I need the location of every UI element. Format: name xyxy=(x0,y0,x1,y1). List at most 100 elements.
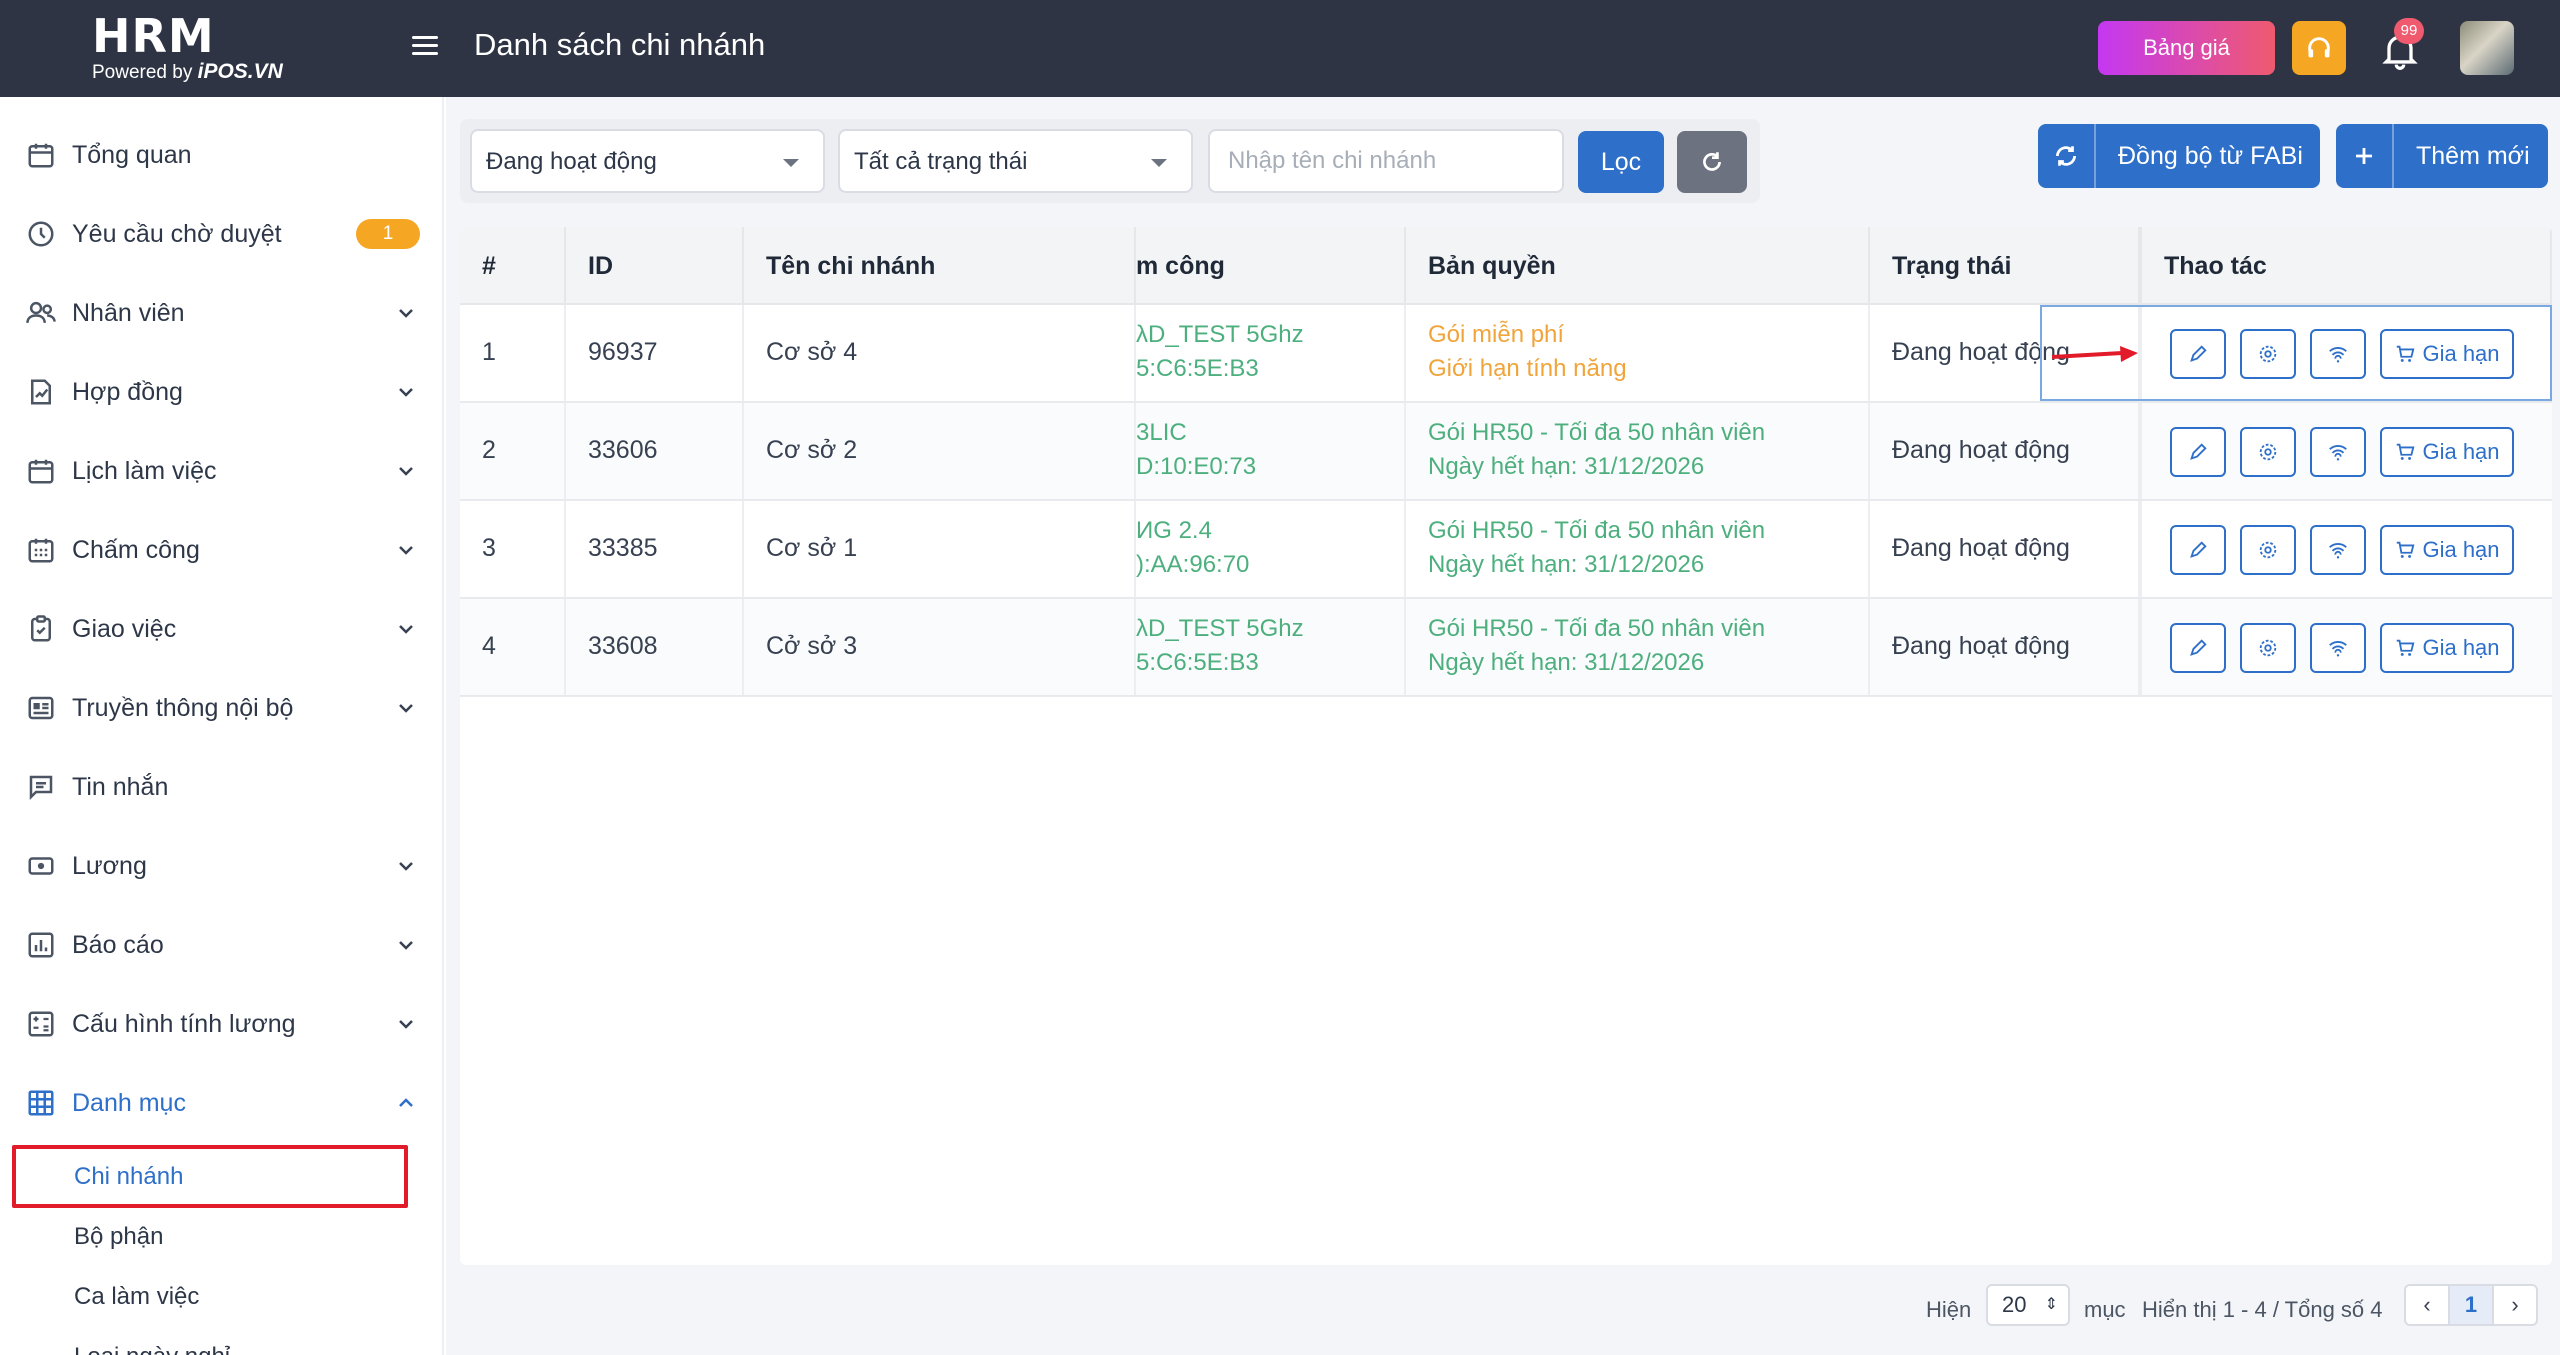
top-bar: HRM Powered by iPOS.VN Danh sách chi nhá… xyxy=(0,0,2560,97)
cell-actions: Gia hạn xyxy=(2140,305,2552,401)
sidebar-item-reports[interactable]: Báo cáo xyxy=(0,915,442,975)
sidebar-item-overview[interactable]: Tổng quan xyxy=(0,125,442,185)
license-plan: Gói HR50 - Tối đa 50 nhân viên xyxy=(1428,419,1766,446)
prev-page-button[interactable]: ‹ xyxy=(2404,1284,2450,1326)
renew-button[interactable]: Gia hạn xyxy=(2380,623,2514,673)
page-1-button[interactable]: 1 xyxy=(2448,1284,2494,1326)
wifi-config-icon[interactable] xyxy=(2310,427,2366,477)
timesheet-icon xyxy=(24,533,58,567)
sidebar-item-work-schedule[interactable]: Lịch làm việc xyxy=(0,441,442,501)
refresh-icon[interactable] xyxy=(1677,131,1747,193)
grid-icon xyxy=(24,1086,58,1120)
chevron-up-icon xyxy=(399,1098,413,1107)
menu-toggle-icon[interactable] xyxy=(412,36,438,58)
brand-text: iPOS.VN xyxy=(197,60,283,83)
edit-icon[interactable] xyxy=(2170,525,2226,575)
branch-id: 33606 xyxy=(588,436,658,464)
wifi-config-icon[interactable] xyxy=(2310,623,2366,673)
support-headset-icon[interactable] xyxy=(2292,21,2346,75)
page-size-select[interactable]: 20 ⇕ xyxy=(1986,1284,2070,1326)
add-new-button[interactable]: Thêm mới xyxy=(2336,124,2548,188)
cell-id: 33608 xyxy=(566,599,744,695)
branch-id: 33385 xyxy=(588,534,658,562)
settings-gear-icon[interactable] xyxy=(2240,525,2296,575)
chevron-down-icon xyxy=(399,388,413,397)
cell-status: Đang hoạt động xyxy=(1870,403,2140,499)
sidebar-subitem-leave-types[interactable]: Loại ngày nghỉ xyxy=(0,1329,442,1355)
cell-license: Gói HR50 - Tối đa 50 nhân viên Ngày hết h… xyxy=(1406,599,1870,695)
sidebar-item-messages[interactable]: Tin nhắn xyxy=(0,757,442,817)
next-page-button[interactable]: › xyxy=(2492,1284,2538,1326)
wifi-config-icon[interactable] xyxy=(2310,329,2366,379)
sidebar-item-task-assignment[interactable]: Giao việc xyxy=(0,599,442,659)
sort-arrows-icon: ⇕ xyxy=(2044,1296,2058,1313)
renew-button[interactable]: Gia hạn xyxy=(2380,329,2514,379)
select-value: Đang hoạt động xyxy=(486,148,657,175)
sidebar-subitem-shifts[interactable]: Ca làm việc xyxy=(0,1269,442,1325)
chevron-down-icon xyxy=(399,862,413,871)
status-text: Đang hoạt động xyxy=(1892,338,2070,366)
chevron-down-icon xyxy=(399,941,413,950)
sidebar-item-employees[interactable]: Nhân viên xyxy=(0,283,442,343)
cell-branch-name: Cơ sở 4 xyxy=(744,305,1136,401)
sidebar-item-internal-communication[interactable]: Truyền thông nội bộ xyxy=(0,678,442,738)
user-avatar[interactable] xyxy=(2460,21,2514,75)
table-row: 3 33385 Cơ sở 1 ИG 2.4):AA:96:70 Gói HR50 - … xyxy=(460,501,2552,599)
branch-name-search-input[interactable] xyxy=(1208,129,1564,193)
settings-gear-icon[interactable] xyxy=(2240,623,2296,673)
wifi-config-icon[interactable] xyxy=(2310,525,2366,575)
caret-down-icon xyxy=(783,159,799,167)
cell-id: 33606 xyxy=(566,403,744,499)
cell-actions: Gia hạn xyxy=(2140,501,2552,597)
hrm-logo[interactable]: HRM Powered by iPOS.VN xyxy=(92,12,283,84)
pricing-button[interactable]: Bảng giá xyxy=(2098,21,2275,75)
branches-table: # ID Tên chi nhánh m công Bản quyền Trạn… xyxy=(460,227,2552,1265)
edit-icon[interactable] xyxy=(2170,427,2226,477)
sidebar-item-label: Tổng quan xyxy=(72,140,192,169)
sync-fabi-button[interactable]: Đồng bộ từ FABi xyxy=(2038,124,2320,188)
plus-icon xyxy=(2336,124,2394,188)
active-status-select[interactable]: Đang hoạt động xyxy=(470,129,825,193)
edit-icon[interactable] xyxy=(2170,329,2226,379)
branch-name: Cơ sở 4 xyxy=(766,338,858,366)
cell-index: 1 xyxy=(460,305,566,401)
cell-index: 4 xyxy=(460,599,566,695)
sidebar-item-salary[interactable]: Lương xyxy=(0,836,442,896)
sync-icon xyxy=(2038,124,2096,188)
renew-button[interactable]: Gia hạn xyxy=(2380,427,2514,477)
license-plan: Gói HR50 - Tối đa 50 nhân viên xyxy=(1428,615,1766,642)
wifi-mac: D:10:E0:73 xyxy=(1136,453,1257,480)
cell-wifi: 3LIC D:10:E0:73 xyxy=(1136,403,1406,499)
cell-id: 96937 xyxy=(566,305,744,401)
sidebar-subitem-departments[interactable]: Bộ phận xyxy=(0,1209,442,1265)
page-size-value: 20 xyxy=(2002,1292,2027,1317)
status-text: Đang hoạt động xyxy=(1892,436,2070,464)
sidebar-subitem-branches[interactable]: Chi nhánh xyxy=(0,1149,442,1205)
status-text: Đang hoạt động xyxy=(1892,534,2070,562)
filter-button[interactable]: Lọc xyxy=(1578,131,1664,193)
renew-button[interactable]: Gia hạn xyxy=(2380,525,2514,575)
branch-name: Cơ sở 2 xyxy=(766,436,858,464)
sidebar-item-contracts[interactable]: Hợp đồng xyxy=(0,362,442,422)
cell-index: 2 xyxy=(460,403,566,499)
filter-bar: Đang hoạt động Tất cả trạng thái Lọc xyxy=(460,119,1760,203)
sidebar-item-payroll-config[interactable]: Cấu hình tính lương xyxy=(0,994,442,1054)
add-new-label: Thêm mới xyxy=(2416,142,2530,170)
sidebar-item-pending-requests[interactable]: Yêu cầu chờ duyệt 1 xyxy=(0,204,442,264)
select-value: Tất cả trạng thái xyxy=(854,148,1028,175)
sidebar-item-timekeeping[interactable]: Chấm công xyxy=(0,520,442,580)
cart-icon xyxy=(2394,343,2416,365)
subitem-label: Ca làm việc xyxy=(74,1283,200,1310)
settings-gear-icon[interactable] xyxy=(2240,427,2296,477)
sidebar-item-catalog[interactable]: Danh mục xyxy=(0,1073,442,1133)
chevron-down-icon xyxy=(399,704,413,713)
edit-icon[interactable] xyxy=(2170,623,2226,673)
renew-label: Gia hạn xyxy=(2422,439,2500,464)
settings-gear-icon[interactable] xyxy=(2240,329,2296,379)
wifi-name: ИG 2.4 xyxy=(1136,517,1212,544)
column-header-wifi: m công xyxy=(1136,227,1406,305)
wifi-name: λD_TEST 5Ghz xyxy=(1136,321,1304,348)
calendar-icon xyxy=(24,454,58,488)
license-detail: Ngày hết hạn: 31/12/2026 xyxy=(1428,551,1705,578)
all-status-select[interactable]: Tất cả trạng thái xyxy=(838,129,1193,193)
